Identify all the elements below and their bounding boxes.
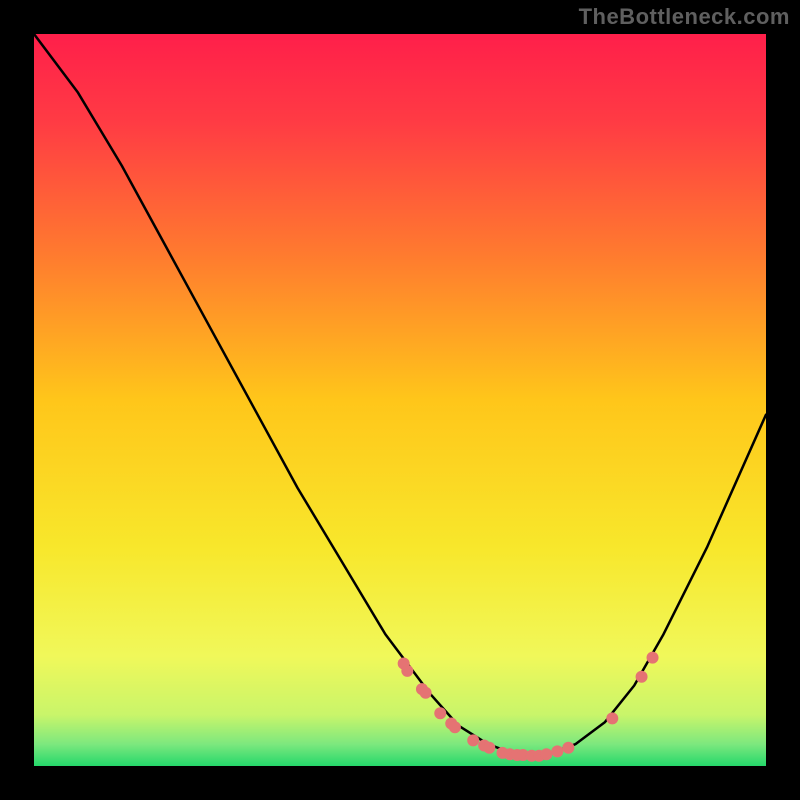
data-marker — [449, 721, 461, 733]
data-marker — [540, 748, 552, 760]
data-marker — [434, 707, 446, 719]
data-marker — [551, 745, 563, 757]
data-marker — [420, 687, 432, 699]
plot-area — [34, 34, 766, 766]
chart-svg — [34, 34, 766, 766]
data-marker — [636, 671, 648, 683]
watermark-text: TheBottleneck.com — [579, 4, 790, 30]
data-marker — [483, 742, 495, 754]
data-marker — [606, 712, 618, 724]
data-marker — [467, 734, 479, 746]
chart-frame: TheBottleneck.com — [0, 0, 800, 800]
data-marker — [647, 652, 659, 664]
data-marker — [401, 665, 413, 677]
data-marker — [562, 742, 574, 754]
